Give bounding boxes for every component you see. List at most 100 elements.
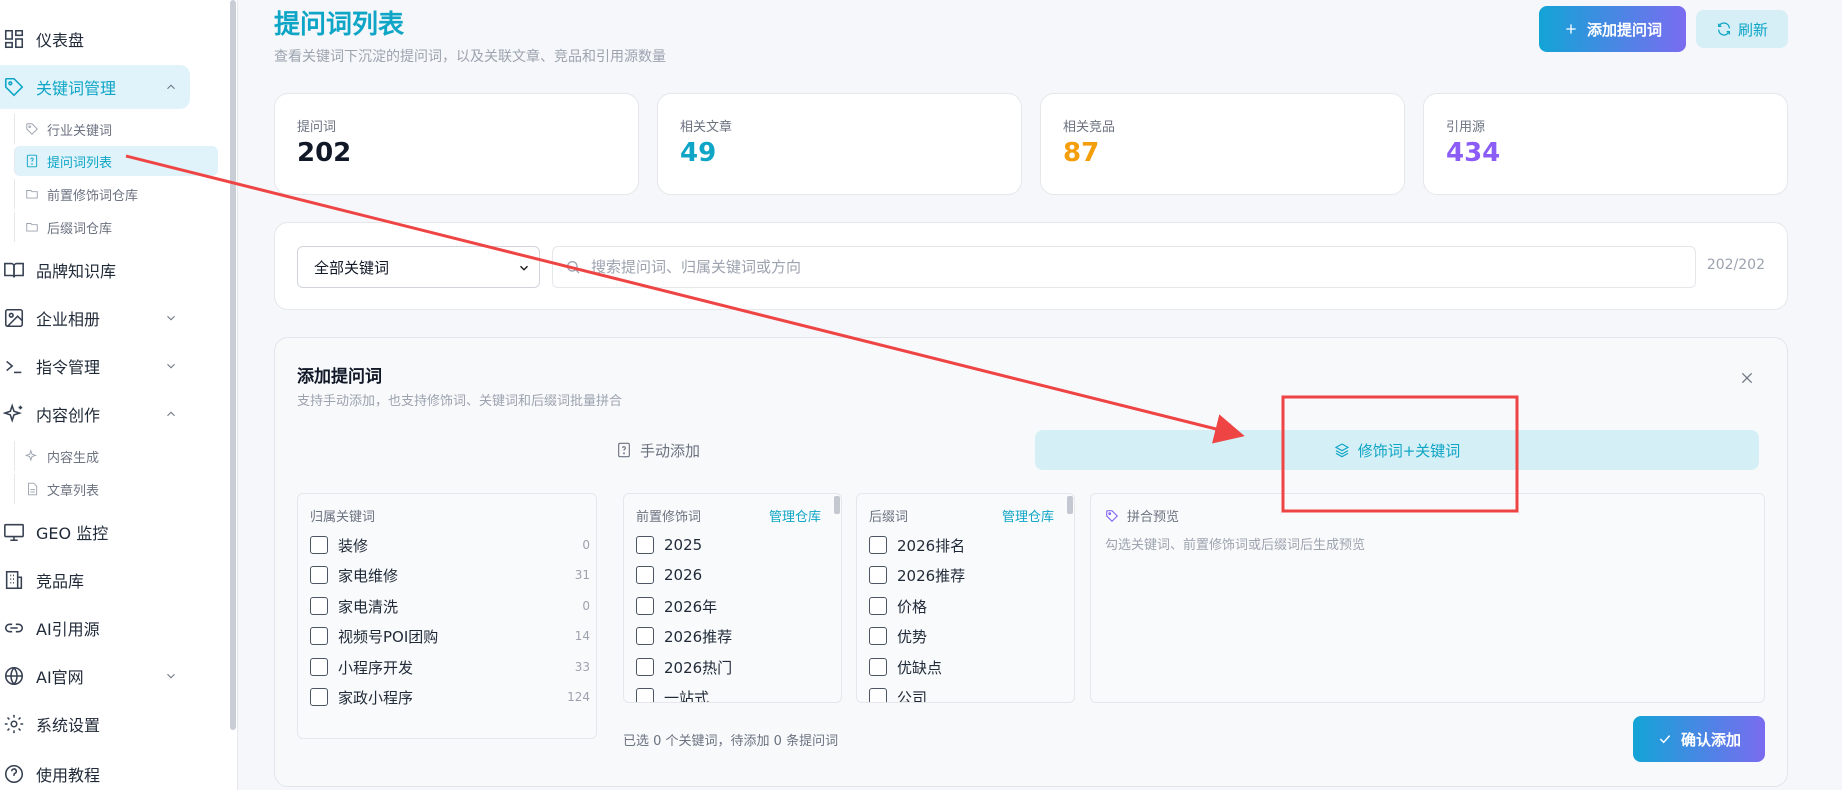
column-header: 前置修饰词: [636, 510, 702, 525]
stat-card-articles: 相关文章 49: [657, 93, 1022, 195]
prefix-option[interactable]: 2026: [636, 564, 702, 586]
stat-value: 434: [1446, 138, 1501, 168]
search-input[interactable]: [591, 258, 1591, 276]
option-label: 优势: [897, 627, 928, 646]
prefix-option[interactable]: 2026热门: [636, 656, 732, 678]
prefix-option[interactable]: 2025: [636, 534, 702, 556]
checkbox[interactable]: [869, 566, 887, 584]
chevron-up-icon[interactable]: [164, 79, 178, 93]
checkbox[interactable]: [636, 688, 654, 702]
prefix-option[interactable]: 2026年: [636, 595, 717, 617]
checkbox[interactable]: [310, 688, 328, 706]
confirm-add-button[interactable]: 确认添加: [1633, 716, 1765, 762]
sidebar-item-label: 内容创作: [36, 406, 101, 425]
checkbox[interactable]: [636, 566, 654, 584]
checkbox[interactable]: [869, 627, 887, 645]
keyword-option[interactable]: 视频号POI团购 14: [310, 625, 590, 647]
prefix-option[interactable]: 2026推荐: [636, 625, 732, 647]
sidebar-subitem-suffix-repo[interactable]: 后缀词仓库: [14, 212, 218, 242]
stat-card-questions: 提问词 202: [274, 93, 639, 195]
chevron-up-icon[interactable]: [164, 406, 178, 420]
option-label: 家电清洗: [338, 597, 399, 616]
sidebar-item-label: 仪表盘: [36, 31, 85, 50]
suffix-option[interactable]: 公司: [869, 686, 928, 703]
prefix-option[interactable]: 一站式: [636, 686, 709, 702]
sidebar-item-tutorial[interactable]: 使用教程: [0, 752, 190, 790]
sidebar-scrollbar[interactable]: [230, 0, 236, 730]
keyword-select[interactable]: 全部关键词: [297, 246, 540, 288]
column-scrollbar[interactable]: [1067, 496, 1073, 514]
sidebar-subitem-article-list[interactable]: 文章列表: [14, 474, 218, 504]
sidebar-item-album[interactable]: 企业相册: [0, 296, 190, 340]
checkbox[interactable]: [310, 597, 328, 615]
keyword-option[interactable]: 家政小程序 124: [310, 686, 590, 708]
stat-label: 相关文章: [680, 120, 733, 135]
add-question-button[interactable]: 添加提问词: [1539, 6, 1686, 52]
add-question-label: 添加提问词: [1586, 20, 1662, 39]
option-label: 公司: [897, 688, 928, 703]
sidebar-item-competitors[interactable]: 竞品库: [0, 558, 190, 602]
checkbox[interactable]: [310, 627, 328, 645]
chevron-down-icon[interactable]: [164, 310, 178, 324]
tab-modifier-keyword[interactable]: 修饰词+关键词: [1035, 430, 1759, 470]
chevron-down-icon[interactable]: [164, 668, 178, 682]
checkbox[interactable]: [310, 536, 328, 554]
suffix-option[interactable]: 优缺点: [869, 656, 942, 678]
suffix-option[interactable]: 2026排名: [869, 534, 965, 556]
refresh-button[interactable]: 刷新: [1696, 10, 1788, 48]
layers-icon: [1334, 443, 1349, 458]
sidebar-item-content[interactable]: 内容创作: [0, 392, 190, 436]
sidebar-item-ai-website[interactable]: AI官网: [0, 654, 190, 698]
sidebar-item-keywords[interactable]: 关键词管理: [0, 65, 190, 109]
sidebar-item-settings[interactable]: 系统设置: [0, 702, 190, 746]
checkbox[interactable]: [636, 597, 654, 615]
manage-prefix-link[interactable]: 管理仓库: [769, 506, 821, 525]
sidebar-item-label: AI引用源: [36, 620, 100, 639]
manage-suffix-link[interactable]: 管理仓库: [1002, 506, 1054, 525]
sidebar-item-label: AI官网: [36, 668, 84, 687]
column-header: 后缀词: [869, 510, 909, 525]
sidebar-subitem-content-gen[interactable]: 内容生成: [14, 441, 218, 471]
building-icon: [2, 568, 26, 592]
sidebar-item-ai-sources[interactable]: AI引用源: [0, 606, 190, 650]
suffix-option[interactable]: 2026推荐: [869, 564, 965, 586]
keyword-option[interactable]: 家电维修 31: [310, 564, 590, 586]
tab-manual-add[interactable]: 手动添加: [297, 430, 1019, 470]
checkbox[interactable]: [310, 566, 328, 584]
option-count: 33: [574, 660, 590, 674]
sidebar-subitem-industry-keywords[interactable]: 行业关键词: [14, 114, 218, 144]
checkbox[interactable]: [636, 627, 654, 645]
preview-header-label: 拼合预览: [1127, 510, 1180, 525]
keyword-option[interactable]: 装修 0: [310, 534, 590, 556]
link-icon: [2, 616, 26, 640]
checkbox[interactable]: [869, 658, 887, 676]
sidebar-subitem-question-list[interactable]: 提问词列表: [14, 146, 218, 176]
suffix-option[interactable]: 价格: [869, 595, 927, 617]
chevron-down-icon[interactable]: [164, 358, 178, 372]
checkbox[interactable]: [869, 536, 887, 554]
checkbox[interactable]: [310, 658, 328, 676]
keyword-option[interactable]: 家电清洗 0: [310, 595, 590, 617]
search-box[interactable]: [552, 246, 1696, 288]
column-scrollbar[interactable]: [834, 496, 840, 514]
sidebar-item-dashboard[interactable]: 仪表盘: [0, 17, 190, 61]
close-icon[interactable]: [1739, 370, 1757, 388]
sparkle-icon: [24, 449, 39, 463]
option-label: 2026: [664, 566, 703, 584]
sidebar-subitem-label: 文章列表: [47, 483, 100, 499]
keyword-option[interactable]: 小程序开发 33: [310, 656, 590, 678]
checkbox[interactable]: [636, 658, 654, 676]
sidebar-subitem-prefix-repo[interactable]: 前置修饰词仓库: [14, 179, 218, 209]
checkbox[interactable]: [869, 688, 887, 702]
option-label: 小程序开发: [338, 658, 414, 677]
help-icon: [2, 762, 26, 786]
sidebar-item-brand-kb[interactable]: 品牌知识库: [0, 248, 190, 292]
sidebar-item-geo[interactable]: GEO 监控: [0, 510, 190, 554]
terminal-icon: [2, 354, 26, 378]
option-label: 2026推荐: [664, 627, 733, 646]
suffix-option[interactable]: 优势: [869, 625, 927, 647]
checkbox[interactable]: [636, 536, 654, 554]
result-count: 202/202: [1706, 257, 1765, 273]
checkbox[interactable]: [869, 597, 887, 615]
sidebar-item-commands[interactable]: 指令管理: [0, 344, 190, 388]
